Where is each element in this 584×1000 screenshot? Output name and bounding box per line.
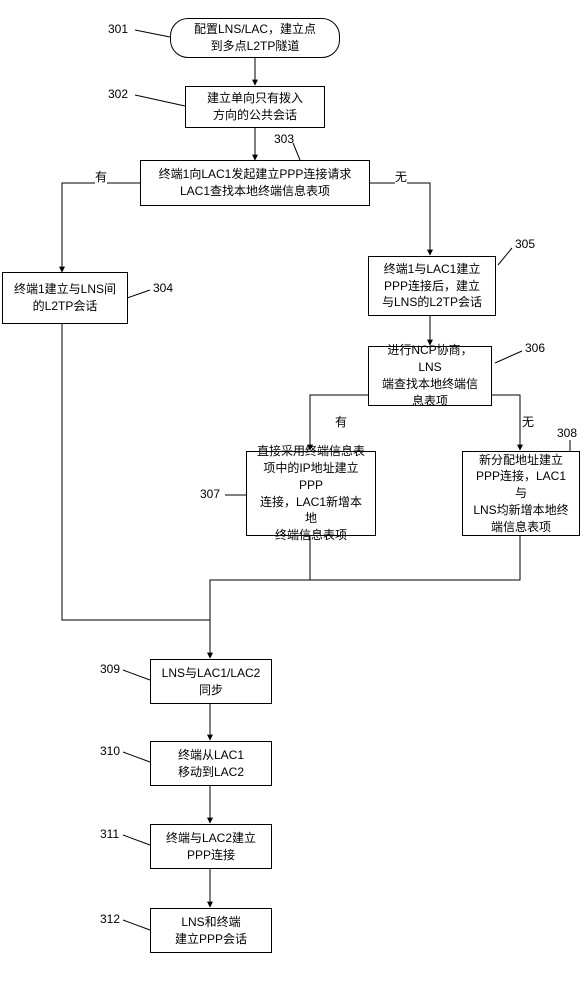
- node-304-text: 终端1建立与LNS间的L2TP会话: [14, 281, 116, 315]
- step-num-311: 311: [100, 827, 119, 841]
- node-310-text: 终端从LAC1移动到LAC2: [178, 747, 244, 781]
- step-num-305: 305: [515, 237, 535, 251]
- step-num-306: 306: [525, 341, 545, 355]
- step-num-301: 301: [108, 22, 128, 36]
- node-311-text: 终端与LAC2建立PPP连接: [166, 830, 256, 864]
- node-312: LNS和终端建立PPP会话: [150, 908, 272, 953]
- node-305: 终端1与LAC1建立PPP连接后，建立与LNS的L2TP会话: [368, 256, 496, 316]
- node-302-text: 建立单向只有拨入方向的公共会话: [207, 90, 303, 124]
- node-311: 终端与LAC2建立PPP连接: [150, 824, 272, 869]
- node-308: 新分配地址建立PPP连接，LAC1与LNS均新增本地终端信息表项: [462, 451, 580, 536]
- step-num-312: 312: [100, 912, 120, 926]
- node-301-text: 配置LNS/LAC，建立点到多点L2TP隧道: [194, 21, 316, 55]
- step-num-308: 308: [557, 426, 577, 440]
- node-302: 建立单向只有拨入方向的公共会话: [185, 86, 325, 128]
- edge-no-303: 无: [395, 168, 407, 185]
- node-309-text: LNS与LAC1/LAC2同步: [162, 665, 261, 699]
- node-309: LNS与LAC1/LAC2同步: [150, 659, 272, 704]
- node-305-text: 终端1与LAC1建立PPP连接后，建立与LNS的L2TP会话: [382, 261, 482, 311]
- node-306: 进行NCP协商，LNS端查找本地终端信息表项: [368, 346, 492, 406]
- edge-yes-303: 有: [95, 168, 107, 185]
- step-num-309: 309: [100, 662, 120, 676]
- node-308-text: 新分配地址建立PPP连接，LAC1与LNS均新增本地终端信息表项: [471, 452, 571, 536]
- node-306-text: 进行NCP协商，LNS端查找本地终端信息表项: [377, 342, 483, 409]
- node-301: 配置LNS/LAC，建立点到多点L2TP隧道: [170, 18, 340, 58]
- step-num-302: 302: [108, 87, 128, 101]
- step-num-307: 307: [200, 487, 220, 501]
- node-303: 终端1向LAC1发起建立PPP连接请求LAC1查找本地终端信息表项: [140, 160, 370, 206]
- node-304: 终端1建立与LNS间的L2TP会话: [2, 272, 128, 324]
- step-num-303: 303: [274, 132, 294, 146]
- node-307-text: 直接采用终端信息表项中的IP地址建立PPP连接，LAC1新增本地终端信息表项: [255, 443, 367, 544]
- node-310: 终端从LAC1移动到LAC2: [150, 741, 272, 786]
- edge-yes-306: 有: [335, 413, 347, 430]
- edge-no-306: 无: [522, 413, 534, 430]
- node-307: 直接采用终端信息表项中的IP地址建立PPP连接，LAC1新增本地终端信息表项: [246, 451, 376, 536]
- node-312-text: LNS和终端建立PPP会话: [175, 914, 247, 948]
- step-num-304: 304: [153, 281, 173, 295]
- node-303-text: 终端1向LAC1发起建立PPP连接请求LAC1查找本地终端信息表项: [159, 166, 352, 200]
- step-num-310: 310: [100, 744, 120, 758]
